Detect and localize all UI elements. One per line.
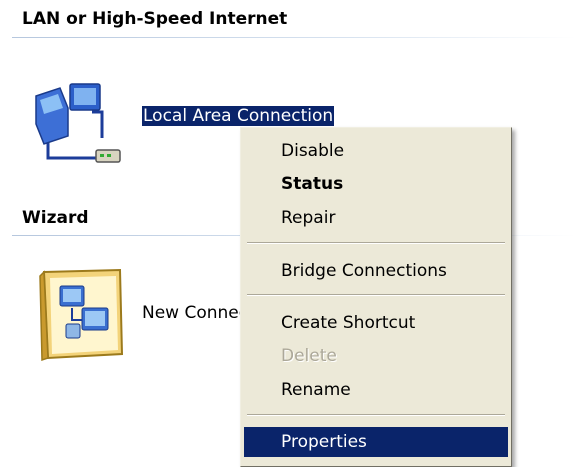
menu-item-properties[interactable]: Properties — [244, 427, 508, 457]
group-header-lan: LAN or High-Speed Internet — [12, 9, 576, 38]
menu-item-delete: Delete — [281, 346, 337, 366]
menu-item-disable[interactable]: Disable — [244, 136, 508, 166]
menu-separator — [247, 414, 505, 416]
local-area-connection-label[interactable]: Local Area Connection — [142, 106, 335, 126]
menu-item-status[interactable]: Status — [244, 169, 508, 199]
menu-item-bridge-connections[interactable]: Bridge Connections — [244, 256, 508, 286]
new-connection-wizard-label[interactable]: New Connection Wizard — [142, 303, 246, 323]
menu-item-rename[interactable]: Rename — [244, 375, 508, 405]
menu-item-repair[interactable]: Repair — [244, 203, 508, 233]
group-title: LAN or High-Speed Internet — [22, 9, 288, 29]
menu-separator — [247, 294, 505, 296]
new-connection-wizard-icon — [39, 268, 124, 362]
network-connection-icon — [35, 83, 121, 163]
context-menu: Disable Status Repair Bridge Connections… — [240, 127, 512, 467]
group-divider — [12, 37, 576, 38]
menu-item-create-shortcut[interactable]: Create Shortcut — [244, 308, 508, 338]
menu-separator — [247, 242, 505, 244]
